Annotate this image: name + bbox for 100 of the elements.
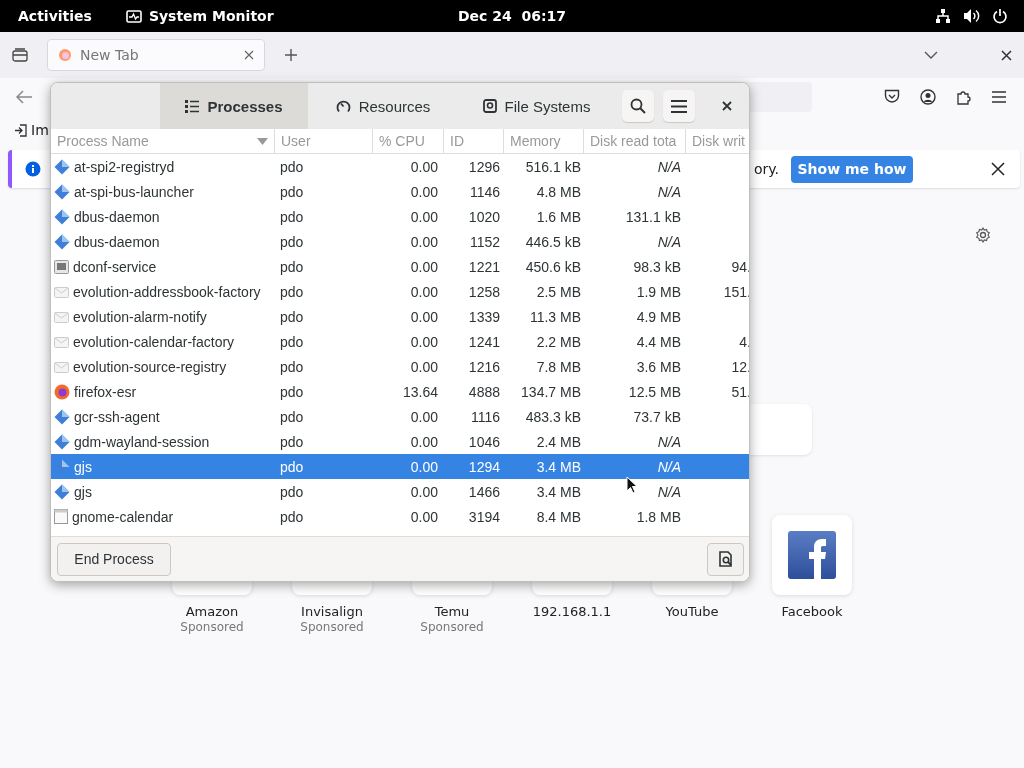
browser-tab[interactable]: New Tab [47,39,265,71]
table-cell-text: 131.1 kB [625,208,682,225]
table-row[interactable]: evolution-source-registry pdo 0.00 1216 7.8 MB 3.6 MB 12. [51,354,749,379]
table-cell: 94. [731,258,749,275]
table-row[interactable]: firefox-esr pdo 13.64 4888 134.7 MB 12.5 MB 51. [51,379,749,404]
table-cell-text: N/A [657,483,682,500]
table-cell-text: 0.00 [410,258,439,275]
process-name: at-spi-bus-launcher [74,183,194,200]
sponsored-label: Sponsored [420,620,484,634]
chevron-icon[interactable] [924,50,938,60]
show-me-how-button[interactable]: Show me how [791,155,913,183]
table-cell-text: 1216 [468,358,501,375]
table-row[interactable]: dbus-daemon pdo 0.00 1020 1.6 MB 131.1 kB [51,204,749,229]
table-cell-text: N/A [657,158,682,175]
table-cell-text: N/A [657,458,682,475]
view-tab[interactable]: Processes [160,83,308,129]
menu-icon [671,99,687,113]
table-row[interactable]: gdm-wayland-session pdo 0.00 1046 2.4 MB N/A [51,429,749,454]
table-cell-text: pdo [279,183,304,200]
sort-arrow-icon [257,137,268,145]
menu-button[interactable] [663,90,695,122]
table-cell-text: 0.00 [410,458,439,475]
puzzle-icon[interactable] [956,88,972,105]
view-tab[interactable]: File Systems [458,83,615,129]
table-cell-text: 1.9 MB [636,283,682,300]
network-icon[interactable] [935,8,951,24]
shortcut-label[interactable]: Amazon [185,604,239,619]
end-process-button[interactable]: End Process [57,542,171,576]
terminal-icon [54,259,69,274]
table-cell: 51. [731,383,749,400]
document-search-icon [717,551,734,567]
close-icon[interactable] [991,162,1005,176]
process-name: firefox-esr [74,383,137,400]
table-cell-text: pdo [279,383,304,400]
search-button[interactable] [622,90,654,122]
menu-icon[interactable] [992,90,1006,103]
diamond-icon [54,233,70,250]
table-row[interactable]: gcr-ssh-agent pdo 0.00 1116 483.3 kB 73.7 kB [51,404,749,429]
app-menu[interactable]: System Monitor [148,8,274,24]
table-cell-text: 8.4 MB [536,508,582,525]
table-cell-text: 0.00 [410,483,439,500]
table-row[interactable]: at-spi-bus-launcher pdo 0.00 1146 4.8 MB N/A [51,179,749,204]
table-cell-text: pdo [279,433,304,450]
table-cell-text: pdo [279,308,304,325]
clock[interactable]: Dec 24 06:17 [452,8,572,24]
import-icon [14,123,27,137]
settings-icon[interactable] [975,227,991,243]
envelope-icon [54,285,69,298]
process-name: dbus-daemon [74,233,160,250]
search-icon [630,98,646,114]
close-icon[interactable] [722,101,732,111]
process-name: gjs [74,458,92,475]
shortcut-label[interactable]: Facebook [781,604,843,619]
tab-list-icon[interactable] [12,48,28,62]
cursor-icon [626,476,638,494]
table-cell-text: 516.1 kB [525,158,582,175]
back-arrow-icon[interactable] [16,89,33,104]
table-cell-text: 4.4 MB [636,333,682,350]
view-tab[interactable]: Resources [308,83,458,129]
table-cell-text: 7.8 MB [536,358,582,375]
diamond-icon [54,408,70,425]
process-name: gjs [74,483,92,500]
bookmark-link[interactable]: Im [31,122,49,138]
table-row[interactable]: dconf-service pdo 0.00 1221 450.6 kB 98.3 kB 94. [51,254,749,279]
pocket-icon[interactable] [884,89,900,104]
process-name: gnome-calendar [72,508,174,525]
table-row[interactable]: at-spi2-registryd pdo 0.00 1296 516.1 kB N/A [51,154,749,179]
table-cell-text: pdo [279,208,304,225]
new-tab-icon[interactable] [284,48,298,62]
table-cell-text: 98.3 kB [633,258,682,275]
table-row[interactable]: evolution-calendar-factory pdo 0.00 1241 2.2 MB 4.4 MB 4. [51,329,749,354]
gauge-icon [335,99,351,113]
table-cell-text: 1146 [469,183,501,200]
table-row[interactable]: evolution-addressbook-factory pdo 0.00 1258 2.5 MB 1.9 MB 151. [51,279,749,304]
process-name: gcr-ssh-agent [74,408,160,425]
shortcut-label[interactable]: 192.168.1.1 [532,604,612,619]
table-cell-text: pdo [279,408,304,425]
table-row[interactable]: evolution-alarm-notify pdo 0.00 1339 11.3 MB 4.9 MB [51,304,749,329]
info-icon [25,161,41,177]
table-row[interactable]: gjs pdo 0.00 1466 3.4 MB N/A [51,479,749,504]
table-cell-text: 3194 [468,508,501,525]
table-row[interactable]: dbus-daemon pdo 0.00 1152 446.5 kB N/A [51,229,749,254]
properties-button[interactable] [707,542,744,576]
table-cell-text: 2.4 MB [536,433,582,450]
table-cell-text: pdo [279,283,304,300]
shortcut-label[interactable]: Temu [434,604,470,619]
activities-button[interactable]: Activities [18,8,92,24]
shortcut-tile[interactable] [772,515,852,595]
diamond-icon [54,458,70,475]
table-cell-text: 0.00 [410,183,439,200]
power-icon[interactable] [992,8,1008,24]
account-icon[interactable] [920,88,936,105]
shortcut-label[interactable]: YouTube [665,604,719,619]
sponsored-label: Sponsored [300,620,364,634]
table-row[interactable]: gnome-calendar pdo 0.00 3194 8.4 MB 1.8 MB [51,504,749,529]
close-icon[interactable] [1001,49,1012,61]
table-row[interactable]: gjs pdo 0.00 1294 3.4 MB N/A [51,454,749,479]
volume-icon[interactable] [963,8,980,24]
shortcut-label[interactable]: Invisalign [301,604,363,619]
table-cell-text: 0.00 [410,208,439,225]
